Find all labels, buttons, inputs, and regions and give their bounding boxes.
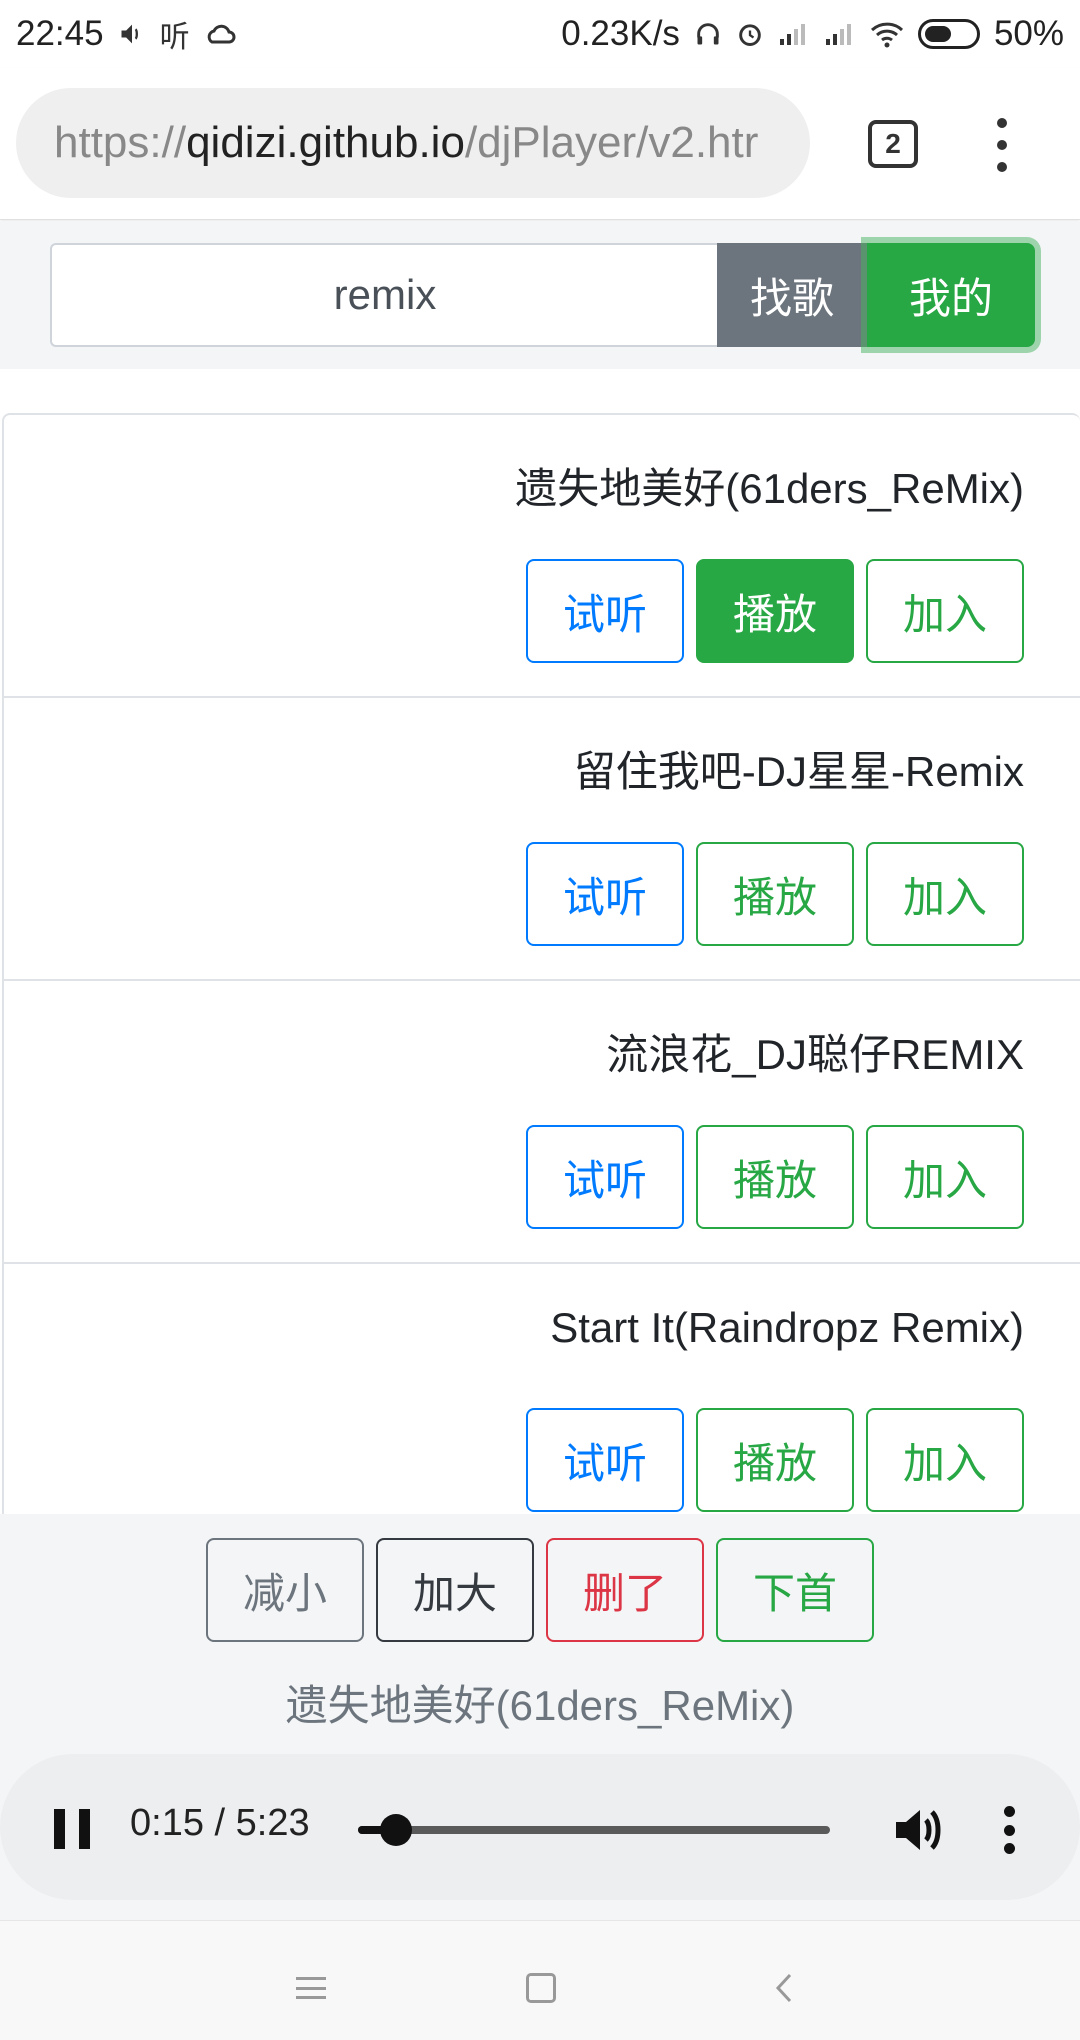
add-button[interactable]: 加入 (866, 559, 1024, 663)
volume-icon (118, 20, 146, 48)
menu-icon[interactable] (296, 1977, 326, 1999)
song-actions: 试听 播放 加入 (526, 842, 1024, 946)
delete-button[interactable]: 删了 (546, 1538, 704, 1642)
song-item: 流浪花_DJ聪仔REMIX 试听 播放 加入 (4, 981, 1080, 1264)
add-button[interactable]: 加入 (866, 1125, 1024, 1229)
song-item: 留住我吧-DJ星星-Remix 试听 播放 加入 (4, 698, 1080, 981)
network-speed: 0.23K/s (561, 14, 680, 53)
wifi-icon (870, 20, 904, 48)
player-controls: 减小 加大 删了 下首 (206, 1538, 874, 1642)
status-bar-right: 0.23K/s 50% (561, 14, 1064, 54)
browser-menu-icon[interactable] (990, 118, 1014, 172)
preview-button[interactable]: 试听 (526, 1408, 684, 1512)
url-bar[interactable]: https://qidizi.github.io/djPlayer/v2.htr (16, 88, 810, 198)
signal-icon (824, 21, 856, 47)
url-host: qidizi.github.io (186, 118, 465, 167)
song-title: 遗失地美好(61ders_ReMix) (515, 465, 1024, 512)
play-button[interactable]: 播放 (696, 1125, 854, 1229)
song-item: 遗失地美好(61ders_ReMix) 试听 播放 加入 (4, 415, 1080, 698)
song-actions: 试听 播放 加入 (526, 559, 1024, 663)
menu-dot (997, 162, 1007, 172)
play-button[interactable]: 播放 (696, 559, 854, 663)
menu-dot (997, 140, 1007, 150)
url-scheme: https:// (54, 118, 187, 167)
pause-icon[interactable] (54, 1809, 90, 1849)
time-display: 0:15 / 5:23 (130, 1802, 310, 1844)
volume-down-button[interactable]: 减小 (206, 1538, 364, 1642)
find-song-button[interactable]: 找歌 (717, 243, 867, 347)
song-title: 流浪花_DJ聪仔REMIX (606, 1031, 1024, 1078)
home-icon[interactable] (526, 1973, 556, 2003)
add-button[interactable]: 加入 (866, 842, 1024, 946)
menu-dot (997, 118, 1007, 128)
alarm-icon (736, 20, 764, 48)
listen-app-icon: 听 (159, 21, 190, 54)
battery-level: 50% (993, 14, 1064, 53)
audio-player: 0:15 / 5:23 (0, 1754, 1080, 1900)
song-title: 留住我吧-DJ星星-Remix (573, 748, 1024, 795)
now-playing-title: 遗失地美好(61ders_ReMix) (285, 1682, 795, 1729)
seek-slider[interactable] (358, 1814, 830, 1846)
search-area: remix 找歌 我的 (0, 221, 1080, 369)
next-track-button[interactable]: 下首 (716, 1538, 874, 1642)
volume-up-button[interactable]: 加大 (376, 1538, 534, 1642)
seek-thumb[interactable] (379, 1814, 412, 1846)
system-navigation-bar (0, 1920, 1080, 2040)
screen: 22:45 听 0.23K/s 50% https:// qidizi.gith… (0, 0, 1080, 2040)
status-bar: 22:45 听 0.23K/s 50% (0, 0, 1080, 68)
add-button[interactable]: 加入 (866, 1408, 1024, 1512)
url-path: /djPlayer/v2.htr (464, 118, 759, 167)
play-button[interactable]: 播放 (696, 842, 854, 946)
preview-button[interactable]: 试听 (526, 1125, 684, 1229)
tab-switcher-button[interactable]: 2 (868, 120, 918, 168)
song-title: Start It(Raindropz Remix) (550, 1304, 1024, 1351)
song-list: 遗失地美好(61ders_ReMix) 试听 播放 加入 留住我吧-DJ星星-R… (2, 413, 1080, 1549)
preview-button[interactable]: 试听 (526, 842, 684, 946)
song-item: Start It(Raindropz Remix) 试听 播放 加入 (4, 1264, 1080, 1547)
cloud-icon (204, 21, 236, 47)
search-input[interactable]: remix (50, 243, 718, 347)
status-time: 22:45 (16, 14, 104, 53)
browser-toolbar: https://qidizi.github.io/djPlayer/v2.htr… (0, 68, 1080, 220)
back-icon[interactable] (768, 1971, 802, 2005)
signal-icon (778, 21, 810, 47)
preview-button[interactable]: 试听 (526, 559, 684, 663)
player-panel: 减小 加大 删了 下首 遗失地美好(61ders_ReMix) 0:15 / 5… (0, 1514, 1080, 1920)
song-actions: 试听 播放 加入 (526, 1125, 1024, 1229)
headset-icon (694, 20, 722, 48)
status-bar-left: 22:45 听 (16, 12, 236, 56)
battery-icon (917, 19, 980, 49)
song-actions: 试听 播放 加入 (526, 1408, 1024, 1512)
play-button[interactable]: 播放 (696, 1408, 854, 1512)
more-options-icon[interactable] (1002, 1806, 1016, 1854)
volume-icon[interactable] (892, 1804, 948, 1856)
my-songs-button[interactable]: 我的 (867, 243, 1035, 347)
